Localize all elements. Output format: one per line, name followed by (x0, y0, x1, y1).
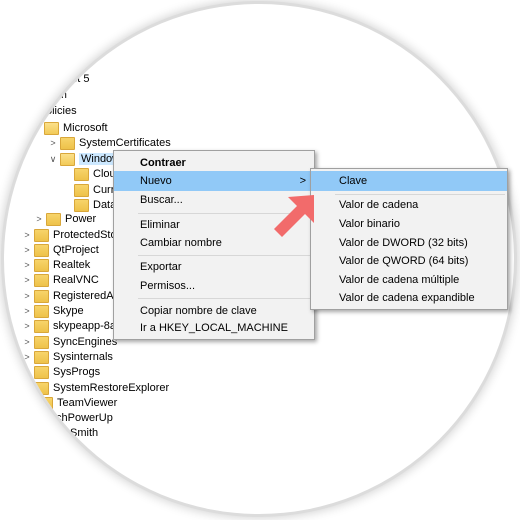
tree-item-label: Power (65, 213, 97, 225)
tree-item-label: Realtek (53, 259, 91, 271)
tree-item-label: SysProgs (53, 366, 101, 378)
menu-separator (138, 255, 312, 256)
context-menu: Contraer Nuevo > Buscar... Eliminar Camb… (113, 150, 315, 340)
folder-icon (34, 365, 49, 379)
folder-icon (60, 152, 75, 166)
tree-item-label: nitect 5 (54, 73, 90, 85)
chevron-right-icon[interactable]: > (48, 138, 58, 148)
tree-item-label: TeamViewer (57, 397, 118, 409)
chevron-right-icon[interactable]: > (22, 291, 32, 301)
folder-icon (34, 289, 49, 303)
menu-item-qword-value[interactable]: Valor de QWORD (64 bits) (311, 251, 507, 271)
folder-icon (74, 183, 89, 197)
new-submenu: Clave Valor de cadena Valor binario Valo… (310, 168, 508, 310)
submenu-arrow-icon: > (299, 175, 306, 187)
folder-icon (34, 243, 49, 257)
folder-icon (38, 396, 53, 410)
menu-item-key[interactable]: Clave (311, 171, 507, 191)
tree-item-label: olicies (46, 105, 77, 117)
folder-icon (34, 304, 49, 318)
chevron-right-icon[interactable]: > (22, 367, 32, 377)
menu-item-new[interactable]: Nuevo > (114, 171, 314, 191)
folder-icon (34, 381, 49, 395)
menu-item-label: Nuevo (140, 175, 172, 187)
folder-icon (34, 335, 49, 349)
folder-icon (34, 350, 49, 364)
pointer-arrow-icon (274, 195, 314, 237)
chevron-down-icon[interactable]: ∨ (48, 154, 58, 164)
chevron-right-icon[interactable]: > (22, 230, 32, 240)
menu-item-binary-value[interactable]: Valor binario (311, 214, 507, 234)
chevron-right-icon[interactable]: > (34, 214, 44, 224)
tree-item[interactable]: Smith (70, 424, 98, 442)
tree-item-label: SystemRestoreExplorer (53, 382, 170, 394)
folder-icon (46, 212, 61, 226)
folder-icon (34, 319, 49, 333)
chevron-right-icon[interactable]: > (22, 260, 32, 270)
chevron-right-icon[interactable]: > (26, 398, 36, 408)
folder-icon (74, 167, 89, 181)
menu-item-goto-hklm[interactable]: Ir a HKEY_LOCAL_MACHINE (114, 318, 314, 338)
folder-icon (34, 273, 49, 287)
chevron-right-icon[interactable]: > (22, 383, 32, 393)
folder-icon (34, 228, 49, 242)
chevron-right-icon[interactable]: > (22, 275, 32, 285)
tree-item-label: skypeapp-8ab (53, 320, 123, 332)
tree-item-label: Microsoft (63, 122, 108, 134)
screenshot-stage: nitect 5 orm olicies Microsoft > SystemC… (0, 0, 520, 520)
tree-item-label: SystemCertificates (79, 137, 171, 149)
chevron-right-icon[interactable]: > (22, 306, 32, 316)
chevron-right-icon[interactable]: > (22, 321, 32, 331)
menu-item-string-value[interactable]: Valor de cadena (311, 195, 507, 215)
tree-item-label: QtProject (53, 244, 99, 256)
tree-item-label: chPowerUp (56, 412, 113, 424)
menu-item-expandable-string-value[interactable]: Valor de cadena expandible (311, 288, 507, 308)
tree-item-label: Sysinternals (53, 351, 113, 363)
folder-icon (34, 258, 49, 272)
tree-item-label: RealVNC (53, 274, 99, 286)
menu-item-multi-string-value[interactable]: Valor de cadena múltiple (311, 270, 507, 290)
tree-item-label: SyncEngines (53, 336, 118, 348)
tree-item[interactable]: olicies (46, 102, 77, 120)
menu-item-export[interactable]: Exportar (114, 257, 314, 277)
menu-separator (138, 298, 312, 299)
tree-item-label: Smith (70, 427, 99, 439)
folder-icon (44, 121, 59, 135)
chevron-right-icon[interactable]: > (22, 245, 32, 255)
tree-item-label: Skype (53, 305, 84, 317)
menu-item-collapse[interactable]: Contraer (114, 153, 314, 173)
chevron-right-icon[interactable]: > (22, 352, 32, 362)
menu-item-dword-value[interactable]: Valor de DWORD (32 bits) (311, 233, 507, 253)
chevron-right-icon[interactable]: > (22, 337, 32, 347)
folder-icon (60, 136, 75, 150)
menu-item-permissions[interactable]: Permisos... (114, 276, 314, 296)
tree-item-label: orm (48, 89, 67, 101)
